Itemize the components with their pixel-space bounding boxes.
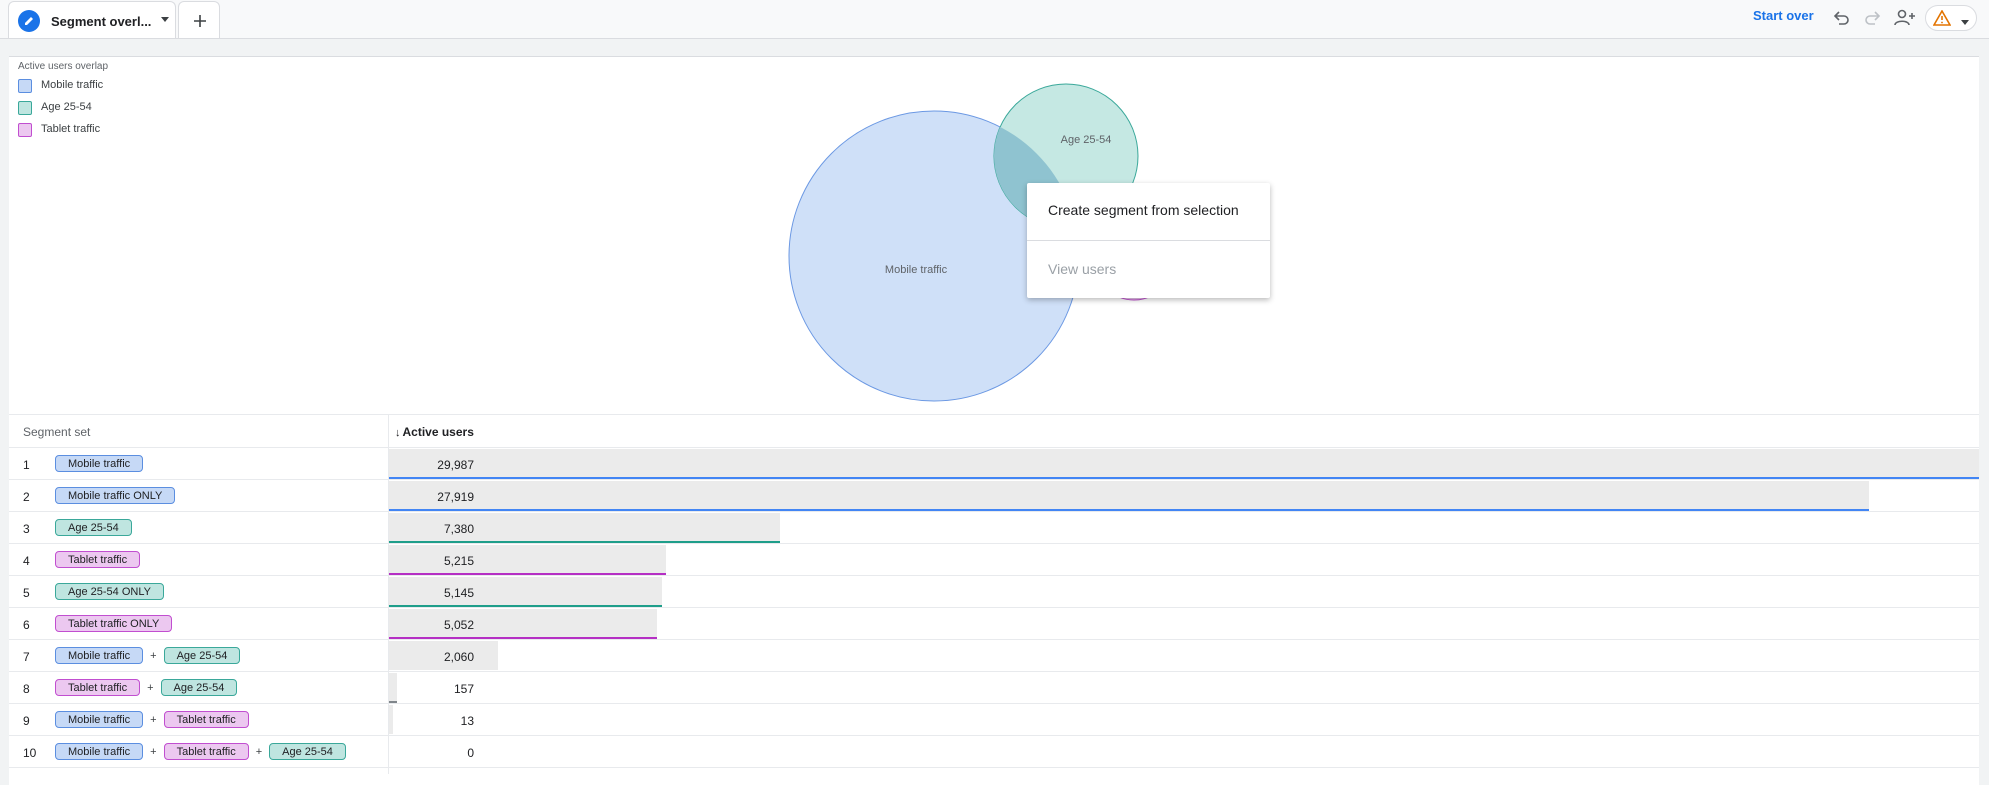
table-row[interactable]: 6 Tablet traffic ONLY 5,052 (9, 608, 1979, 640)
segment-pills: Age 25-54 (55, 519, 132, 536)
segment-chip[interactable]: Tablet traffic (163, 711, 249, 728)
warning-icon (1932, 9, 1952, 31)
table-row[interactable]: 7 Mobile traffic + Age 25-54 2,060 (9, 640, 1979, 672)
row-number: 2 (23, 490, 30, 504)
segment-chip[interactable]: Mobile traffic (55, 647, 144, 664)
segment-chip[interactable]: Age 25-54 (269, 743, 346, 760)
venn-diagram: Mobile traffic Age 25-54 (788, 83, 1175, 402)
tab-label: Segment overl... (51, 14, 152, 29)
row-number: 4 (23, 554, 30, 568)
row-number: 1 (23, 458, 30, 472)
segment-pills: Mobile traffic + Tablet traffic (55, 711, 249, 728)
active-users-value: 27,919 (437, 490, 474, 504)
active-users-value: 157 (453, 682, 474, 696)
value-bar-underline (389, 477, 1979, 479)
active-users-value: 5,052 (443, 618, 474, 632)
segment-chip[interactable]: Age 25-54 ONLY (55, 583, 164, 600)
view-users-menu-item[interactable]: View users (1048, 261, 1116, 277)
sort-arrow-icon: ↓ (395, 427, 401, 439)
table-row[interactable]: 9 Mobile traffic + Tablet traffic 13 (9, 704, 1979, 736)
value-bar-underline (389, 509, 1869, 511)
value-bar-underline (389, 605, 662, 607)
table-row[interactable]: 8 Tablet traffic + Age 25-54 157 (9, 672, 1979, 704)
value-bar (389, 481, 1869, 510)
active-users-value: 5,145 (443, 586, 474, 600)
segment-chip[interactable]: Mobile traffic (55, 743, 144, 760)
plus-separator: + (255, 745, 263, 758)
segment-chip[interactable]: Tablet traffic (163, 743, 249, 760)
pencil-icon (18, 10, 40, 32)
active-users-value: 7,380 (443, 522, 474, 536)
segment-pills: Mobile traffic + Age 25-54 (55, 647, 241, 664)
plus-separator: + (150, 649, 157, 662)
table-row[interactable]: 4 Tablet traffic 5,215 (9, 544, 1979, 576)
segment-pills: Mobile traffic (55, 455, 144, 472)
segment-pills: Tablet traffic (55, 551, 141, 568)
row-number: 8 (23, 682, 30, 696)
row-number: 6 (23, 618, 30, 632)
table-body: 1 Mobile traffic 29,987 2 Mobile traffic ONL… (9, 448, 1979, 768)
chevron-down-icon (1960, 14, 1970, 32)
segment-chip[interactable]: Mobile traffic (55, 455, 144, 472)
value-bar-underline (389, 701, 397, 703)
segment-chip[interactable]: Age 25-54 (163, 647, 241, 664)
segment-table: Segment set ↓ Active users 1 Mobile traffi… (9, 414, 1979, 774)
chevron-down-icon[interactable] (159, 12, 171, 24)
row-number: 7 (23, 650, 30, 664)
segment-chip[interactable]: Tablet traffic ONLY (55, 615, 173, 632)
segment-chip[interactable]: Tablet traffic (55, 551, 141, 568)
add-tab-button[interactable] (178, 1, 220, 38)
plus-separator: + (150, 713, 157, 726)
menu-divider (1027, 240, 1270, 241)
header-metric-label: Active users (402, 425, 474, 439)
segment-pills: Mobile traffic ONLY (55, 487, 176, 504)
segment-chip[interactable]: Mobile traffic ONLY (55, 487, 176, 504)
active-users-value: 2,060 (443, 650, 474, 664)
undo-icon[interactable] (1830, 7, 1852, 29)
table-row[interactable]: 1 Mobile traffic 29,987 (9, 448, 1979, 480)
segment-pills: Tablet traffic ONLY (55, 615, 173, 632)
segment-chip[interactable]: Mobile traffic (55, 711, 144, 728)
segment-pills: Age 25-54 ONLY (55, 583, 164, 600)
venn-label-age: Age 25-54 (1061, 134, 1112, 146)
segment-pills: Mobile traffic + Tablet traffic + Age 25-54 (55, 743, 346, 760)
top-bar: Segment overl... Start over (0, 0, 1989, 39)
table-row[interactable]: 10 Mobile traffic + Tablet traffic + Age 25-5… (9, 736, 1979, 768)
value-bar-underline (389, 637, 657, 639)
active-users-value: 5,215 (443, 554, 474, 568)
tab-segment-overlap[interactable]: Segment overl... (8, 1, 176, 38)
segment-chip[interactable]: Age 25-54 (160, 679, 238, 696)
venn-label-mobile: Mobile traffic (885, 264, 948, 276)
redo-icon[interactable] (1862, 7, 1884, 29)
main-panel: Active users overlap Mobile traffic Age … (9, 56, 1979, 785)
value-bar-underline (389, 573, 666, 575)
active-users-value: 13 (460, 714, 474, 728)
row-number: 9 (23, 714, 30, 728)
create-segment-menu-item[interactable]: Create segment from selection (1048, 202, 1239, 218)
row-number: 10 (23, 746, 37, 760)
table-row[interactable]: 3 Age 25-54 7,380 (9, 512, 1979, 544)
table-header: Segment set ↓ Active users (9, 414, 1979, 448)
segment-pills: Tablet traffic + Age 25-54 (55, 679, 238, 696)
active-users-value: 29,987 (437, 458, 474, 472)
active-users-value: 0 (467, 746, 474, 760)
header-active-users[interactable]: ↓ Active users (395, 425, 474, 439)
share-user-icon[interactable] (1893, 7, 1915, 29)
warning-menu-button[interactable] (1925, 5, 1977, 31)
header-segment-set: Segment set (23, 425, 91, 439)
segment-chip[interactable]: Tablet traffic (55, 679, 141, 696)
table-row[interactable]: 2 Mobile traffic ONLY 27,919 (9, 480, 1979, 512)
start-over-button[interactable]: Start over (1753, 8, 1814, 23)
value-bar-underline (389, 541, 780, 543)
segment-chip[interactable]: Age 25-54 (55, 519, 132, 536)
value-bar (389, 449, 1979, 478)
row-number: 3 (23, 522, 30, 536)
plus-separator: + (147, 681, 154, 694)
plus-separator: + (150, 745, 157, 758)
context-menu: Create segment from selection View users (1027, 183, 1270, 298)
table-row[interactable]: 5 Age 25-54 ONLY 5,145 (9, 576, 1979, 608)
row-number: 5 (23, 586, 30, 600)
